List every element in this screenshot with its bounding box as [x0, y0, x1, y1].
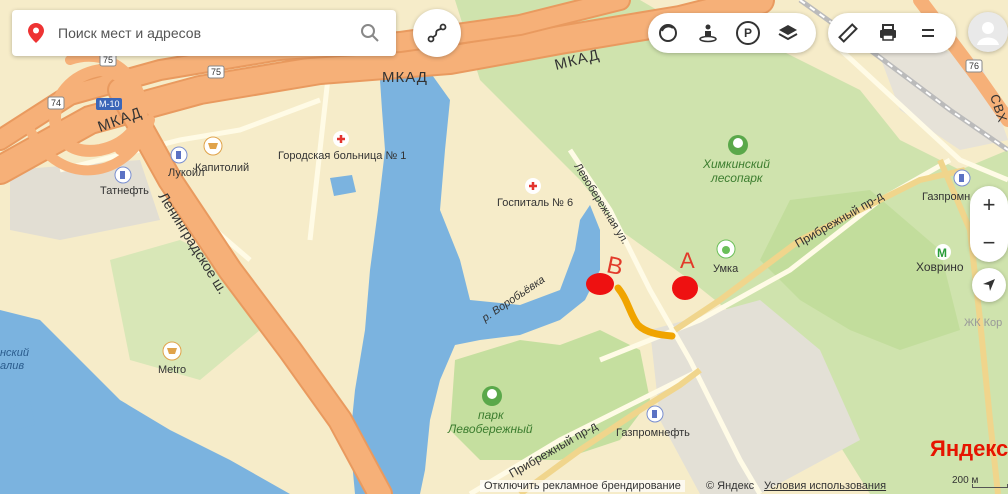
- parking-icon: P: [736, 21, 760, 45]
- label-left-water-2: алив: [0, 360, 24, 372]
- map-canvas[interactable]: B A М-10 74 75 75 76 МКАД МКАД МКАД СВХ …: [0, 0, 1008, 494]
- shield-m10: М-10: [99, 99, 120, 109]
- tools-toolbar: [828, 13, 956, 53]
- footer-bar: Отключить рекламное брендирование © Янде…: [0, 478, 1008, 494]
- parking-button[interactable]: P: [728, 13, 768, 53]
- label-lukoil: Лукойл: [168, 167, 204, 179]
- tree-icon[interactable]: [482, 386, 502, 406]
- route-button[interactable]: [413, 9, 461, 57]
- shopping-icon[interactable]: [162, 341, 182, 361]
- bear-icon[interactable]: [716, 239, 736, 259]
- label-gazpromneft: Газпромнефть: [616, 427, 690, 439]
- fuel-icon[interactable]: [170, 146, 188, 164]
- disable-ad-link[interactable]: Отключить рекламное брендирование: [480, 480, 685, 492]
- map-layers-toolbar: P: [648, 13, 816, 53]
- label-khimki-1: Химкинский: [702, 157, 770, 171]
- print-icon: [880, 24, 896, 41]
- label-khovrino: Ховрино: [916, 260, 964, 274]
- route-icon: [427, 23, 447, 43]
- print-button[interactable]: [868, 13, 908, 53]
- label-left-water-1: нский: [0, 347, 29, 359]
- traffic-button[interactable]: [648, 13, 688, 53]
- label-umka: Умка: [713, 263, 739, 275]
- svg-text:M: M: [937, 246, 947, 260]
- panorama-icon: [699, 24, 717, 43]
- ruler-button[interactable]: [828, 13, 868, 53]
- label-tatneft: Татнефть: [100, 185, 149, 197]
- shield-76: 76: [969, 61, 979, 71]
- label-gazprom-top: Газпромн: [922, 191, 970, 203]
- user-icon: [977, 22, 999, 45]
- tree-icon[interactable]: [728, 135, 748, 155]
- label-metro-shop: Metro: [158, 364, 186, 376]
- zoom-control: + −: [970, 186, 1008, 262]
- label-gospital6: Госпиталь № 6: [497, 197, 573, 209]
- fuel-icon[interactable]: [646, 405, 664, 423]
- label-jk: ЖК Кор: [964, 317, 1002, 329]
- traffic-icon: [659, 24, 677, 42]
- label-hospital1: Городская больница № 1: [278, 150, 406, 162]
- shield-74: 74: [51, 98, 61, 108]
- metro-icon[interactable]: M: [935, 244, 951, 260]
- layers-icon: [778, 25, 798, 41]
- location-pin-icon: [28, 23, 44, 43]
- zoom-in-button[interactable]: +: [983, 192, 996, 218]
- label-park-lev-1: парк: [478, 408, 505, 422]
- fuel-icon[interactable]: [114, 166, 132, 184]
- ruler-icon: [838, 23, 858, 43]
- avatar[interactable]: [968, 12, 1008, 52]
- search-icon[interactable]: [360, 23, 380, 43]
- copyright-text: © Яндекс: [706, 480, 755, 492]
- hospital-icon[interactable]: [525, 178, 541, 194]
- hospital-icon[interactable]: [333, 131, 349, 147]
- search-bar[interactable]: Поиск мест и адресов: [12, 10, 396, 56]
- menu-icon: [922, 29, 934, 37]
- terms-link[interactable]: Условия использования: [764, 480, 886, 492]
- search-input[interactable]: Поиск мест и адресов: [58, 25, 360, 41]
- panorama-button[interactable]: [688, 13, 728, 53]
- label-khimki-2: лесопарк: [710, 171, 764, 185]
- point-a-dot: [672, 276, 698, 300]
- label-mkad-mid: МКАД: [382, 69, 428, 86]
- shopping-icon[interactable]: [203, 136, 223, 156]
- yandex-logo: Яндекс: [930, 436, 1008, 461]
- layers-button[interactable]: [768, 13, 808, 53]
- locate-icon: [983, 279, 995, 291]
- point-a-label: A: [680, 248, 695, 273]
- menu-button[interactable]: [908, 13, 948, 53]
- geolocation-button[interactable]: [972, 268, 1006, 302]
- shield-75b: 75: [211, 67, 221, 77]
- fuel-icon[interactable]: [953, 169, 971, 187]
- zoom-out-button[interactable]: −: [983, 230, 996, 256]
- label-park-lev-2: Левобережный: [447, 422, 533, 436]
- shield-75a: 75: [103, 55, 113, 65]
